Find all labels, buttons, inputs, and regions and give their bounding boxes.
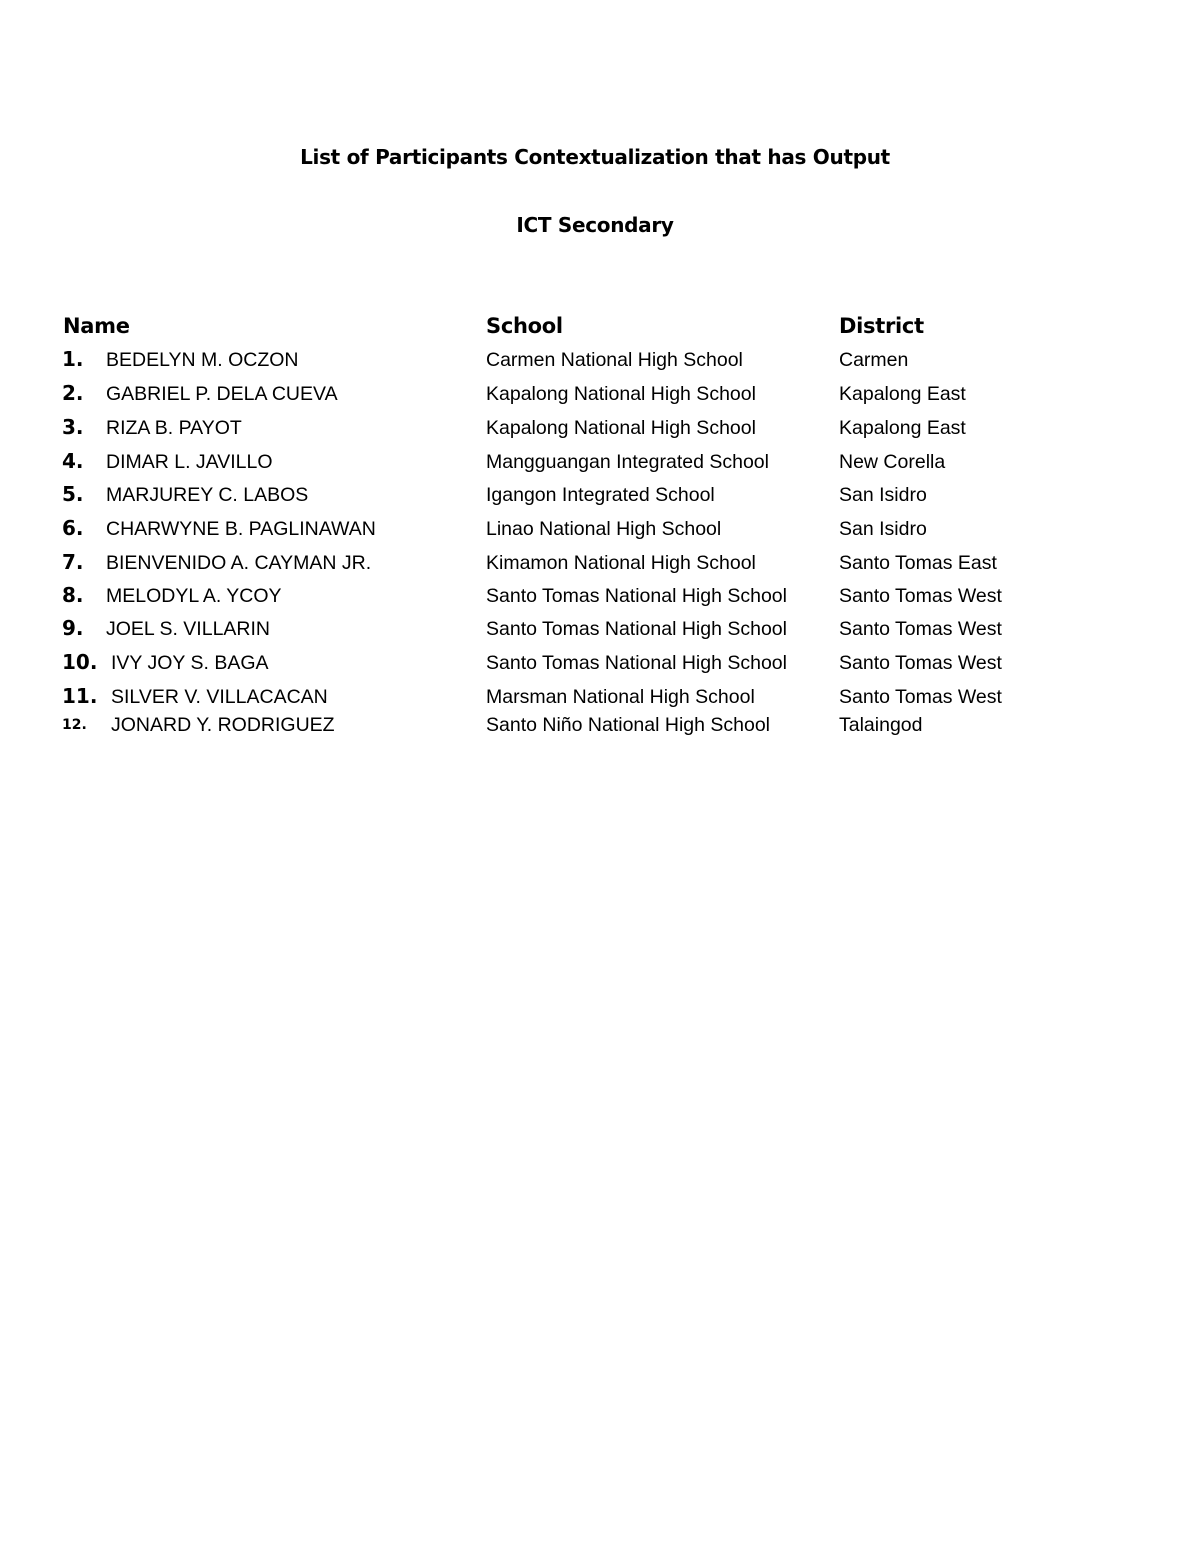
participant-school: Kapalong National High School: [486, 383, 756, 405]
row-number: 4.: [62, 449, 84, 473]
table-row: 5. MARJUREY C. LABOS Igangon Integrated …: [0, 482, 1200, 515]
participant-school: Igangon Integrated School: [486, 484, 715, 506]
participant-name: DIMAR L. JAVILLO: [106, 451, 273, 473]
row-number: 1.: [62, 347, 84, 371]
participant-school: Mangguangan Integrated School: [486, 451, 769, 473]
table-row: 4. DIMAR L. JAVILLO Mangguangan Integrat…: [0, 449, 1200, 482]
participant-name: JONARD Y. RODRIGUEZ: [111, 714, 335, 736]
column-header-district: District: [839, 314, 924, 338]
participant-name: CHARWYNE B. PAGLINAWAN: [106, 518, 376, 540]
row-number: 5.: [62, 482, 84, 506]
participant-district: Kapalong East: [839, 383, 966, 405]
participant-school: Kapalong National High School: [486, 417, 756, 439]
participant-name: MARJUREY C. LABOS: [106, 484, 309, 506]
participant-school: Marsman National High School: [486, 686, 755, 708]
document-subtitle: ICT Secondary: [516, 213, 674, 237]
participant-district: Santo Tomas East: [839, 552, 997, 574]
participant-district: Santo Tomas West: [839, 686, 1002, 708]
table-row: 6. CHARWYNE B. PAGLINAWAN Linao National…: [0, 516, 1200, 549]
row-number: 9.: [62, 616, 84, 640]
participant-school: Carmen National High School: [486, 349, 743, 371]
participant-school: Linao National High School: [486, 518, 722, 540]
table-row: 9. JOEL S. VILLARIN Santo Tomas National…: [0, 616, 1200, 649]
column-header-school: School: [486, 314, 563, 338]
row-number: 6.: [62, 516, 84, 540]
participant-district: Santo Tomas West: [839, 585, 1002, 607]
participant-name: MELODYL A. YCOY: [106, 585, 282, 607]
table-row: 8. MELODYL A. YCOY Santo Tomas National …: [0, 583, 1200, 616]
participant-district: New Corella: [839, 451, 946, 473]
row-number: 7.: [62, 550, 84, 574]
document-title: List of Participants Contextualization t…: [300, 145, 890, 169]
table-row: 7. BIENVENIDO A. CAYMAN JR. Kimamon Nati…: [0, 550, 1200, 583]
table-row: 2. GABRIEL P. DELA CUEVA Kapalong Nation…: [0, 381, 1200, 414]
row-number: 11.: [62, 684, 98, 708]
participant-name: JOEL S. VILLARIN: [106, 618, 271, 640]
participant-school: Kimamon National High School: [486, 552, 756, 574]
participant-name: IVY JOY S. BAGA: [111, 652, 269, 674]
participant-name: SILVER V. VILLACACAN: [111, 686, 328, 708]
participant-district: San Isidro: [839, 518, 927, 540]
participant-district: Kapalong East: [839, 417, 966, 439]
participant-school: Santo Niño National High School: [486, 714, 771, 736]
participant-name: GABRIEL P. DELA CUEVA: [106, 383, 338, 405]
participant-school: Santo Tomas National High School: [486, 618, 787, 640]
table-row: 1. BEDELYN M. OCZON Carmen National High…: [0, 347, 1200, 380]
table-row: 11. SILVER V. VILLACACAN Marsman Nationa…: [0, 684, 1200, 717]
participant-name: BIENVENIDO A. CAYMAN JR.: [106, 552, 372, 574]
table-row: 12. JONARD Y. RODRIGUEZ Santo Niño Natio…: [0, 714, 1200, 745]
participant-school: Santo Tomas National High School: [486, 652, 787, 674]
participant-district: Santo Tomas West: [839, 618, 1002, 640]
participant-district: Talaingod: [839, 714, 923, 736]
row-number: 8.: [62, 583, 84, 607]
table-row: 3. RIZA B. PAYOT Kapalong National High …: [0, 415, 1200, 448]
column-header-name: Name: [63, 314, 130, 338]
table-row: 10. IVY JOY S. BAGA Santo Tomas National…: [0, 650, 1200, 683]
participant-name: RIZA B. PAYOT: [106, 417, 242, 439]
participant-district: San Isidro: [839, 484, 927, 506]
participant-school: Santo Tomas National High School: [486, 585, 787, 607]
participant-district: Carmen: [839, 349, 909, 371]
participant-name: BEDELYN M. OCZON: [106, 349, 299, 371]
row-number: 3.: [62, 415, 84, 439]
participant-district: Santo Tomas West: [839, 652, 1002, 674]
row-number: 12.: [62, 717, 87, 733]
row-number: 2.: [62, 381, 84, 405]
row-number: 10.: [62, 650, 98, 674]
